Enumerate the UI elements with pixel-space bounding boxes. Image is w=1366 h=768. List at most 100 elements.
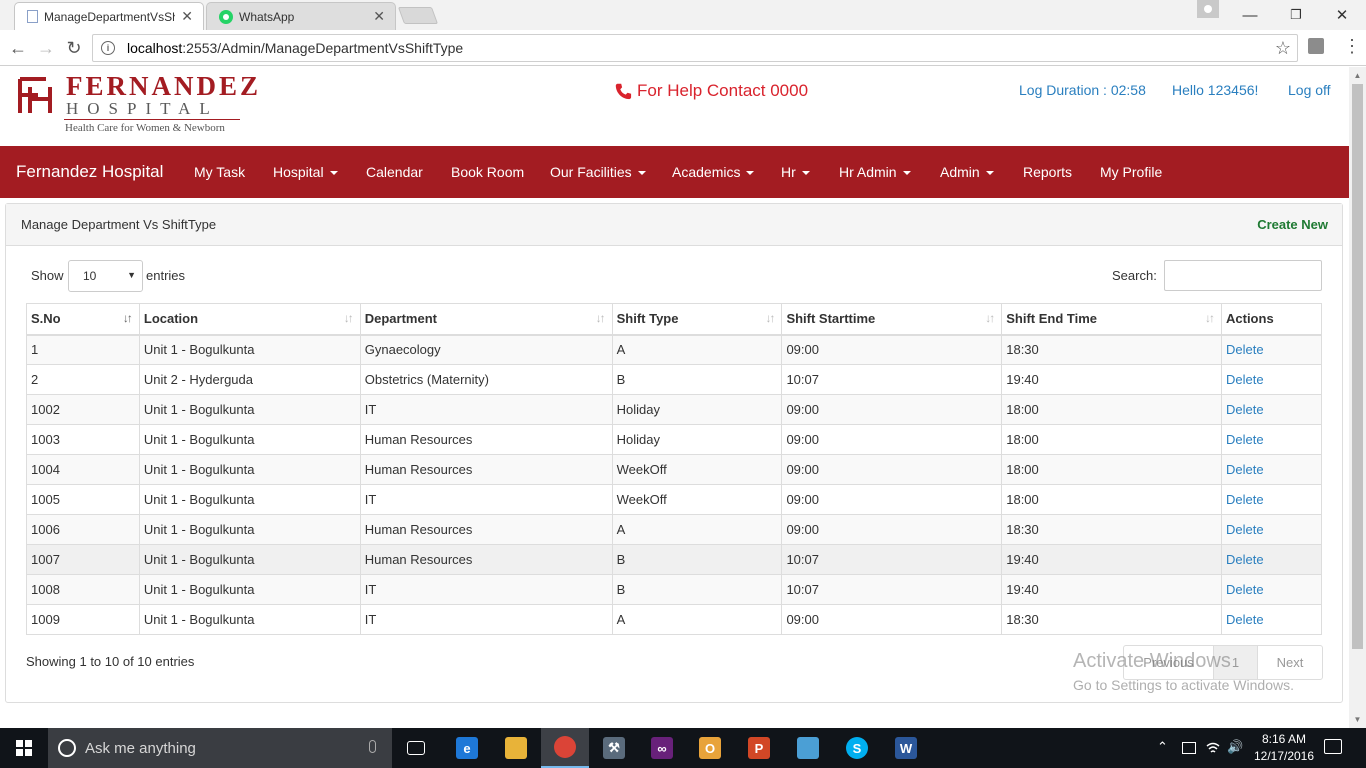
taskbar-app-edge[interactable]: e: [443, 728, 491, 768]
user-greeting-link[interactable]: Hello 123456!: [1172, 82, 1258, 98]
search-input[interactable]: [1164, 260, 1322, 291]
page-length-select[interactable]: 10 ▼: [68, 260, 143, 292]
nav-item-book-room[interactable]: Book Room: [451, 164, 524, 180]
system-clock[interactable]: 8:16 AM 12/17/2016: [1252, 731, 1316, 765]
nav-item-hr-admin[interactable]: Hr Admin: [839, 164, 911, 180]
table-row: 1008 Unit 1 - Bogulkunta IT B 10:07 19:4…: [26, 574, 1322, 605]
column-header-department[interactable]: Department ↓↑: [359, 303, 613, 336]
cell-start-time: 09:00: [781, 604, 1003, 635]
browser-tab-active[interactable]: ManageDepartmentVsSh ✕: [14, 2, 204, 30]
address-bar[interactable]: i localhost:2553/Admin/ManageDepartmentV…: [92, 34, 1298, 62]
show-hidden-icons-button[interactable]: ⌃: [1157, 739, 1168, 755]
microphone-icon[interactable]: [369, 740, 376, 753]
nav-item-hr[interactable]: Hr: [781, 164, 810, 180]
nav-item-our-facilities[interactable]: Our Facilities: [550, 164, 646, 180]
taskbar-app-tools[interactable]: ⚒: [590, 728, 638, 768]
delete-link[interactable]: Delete: [1226, 522, 1264, 537]
create-new-link[interactable]: Create New: [1257, 217, 1328, 232]
delete-link[interactable]: Delete: [1226, 582, 1264, 597]
navbar-brand[interactable]: Fernandez Hospital: [16, 162, 163, 182]
taskbar-app-chrome[interactable]: [541, 728, 589, 768]
scroll-down-arrow-icon[interactable]: ▼: [1349, 711, 1366, 728]
table-body: 1 Unit 1 - Bogulkunta Gynaecology A 09:0…: [26, 334, 1322, 635]
clock-time: 8:16 AM: [1261, 732, 1307, 746]
delete-link[interactable]: Delete: [1226, 462, 1264, 477]
column-header-shift-end-time[interactable]: Shift End Time ↓↑: [1001, 303, 1222, 336]
delete-link[interactable]: Delete: [1226, 402, 1264, 417]
delete-link[interactable]: Delete: [1226, 342, 1264, 357]
hospital-logo[interactable]: FERNANDEZ HOSPITAL Health Care for Women…: [16, 71, 258, 135]
delete-link[interactable]: Delete: [1226, 372, 1264, 387]
nav-item-calendar[interactable]: Calendar: [366, 164, 423, 180]
delete-link[interactable]: Delete: [1226, 432, 1264, 447]
close-tab-icon[interactable]: ✕: [373, 8, 385, 25]
column-header-location[interactable]: Location ↓↑: [138, 303, 361, 336]
extension-icon[interactable]: [1308, 38, 1324, 54]
column-header-actions: Actions: [1221, 303, 1322, 336]
action-center-icon[interactable]: [1324, 739, 1342, 754]
forward-button[interactable]: →: [34, 36, 58, 60]
delete-link[interactable]: Delete: [1226, 552, 1264, 567]
taskbar-app-visual-studio[interactable]: ∞: [638, 728, 686, 768]
activate-windows-watermark: Activate Windows: [1073, 650, 1231, 672]
column-header-shift-type[interactable]: Shift Type ↓↑: [611, 303, 783, 336]
reload-button[interactable]: ↻: [62, 36, 86, 60]
nav-item-admin[interactable]: Admin: [940, 164, 994, 180]
powerpoint-icon: P: [748, 737, 770, 759]
nav-item-hospital[interactable]: Hospital: [273, 164, 338, 180]
cell-shift-type: B: [611, 364, 783, 395]
nav-item-my-task[interactable]: My Task: [194, 164, 245, 180]
profile-icon[interactable]: [1197, 0, 1219, 18]
browser-menu-icon[interactable]: ⋮: [1343, 36, 1361, 57]
table-row: 1009 Unit 1 - Bogulkunta IT A 09:00 18:3…: [26, 604, 1322, 635]
taskbar-app-file-explorer[interactable]: [492, 728, 540, 768]
battery-icon[interactable]: [1182, 742, 1196, 754]
scroll-thumb[interactable]: [1352, 84, 1363, 649]
start-button[interactable]: [0, 728, 48, 768]
nav-item-reports[interactable]: Reports: [1023, 164, 1072, 180]
taskbar-app-powerpoint[interactable]: P: [735, 728, 783, 768]
cell-department: IT: [359, 604, 613, 635]
sort-icon: ↓↑: [985, 311, 995, 325]
skype-icon: S: [846, 737, 868, 759]
cell-location: Unit 2 - Hyderguda: [138, 364, 361, 395]
close-tab-icon[interactable]: ✕: [181, 8, 193, 25]
cortana-search-box[interactable]: Ask me anything: [48, 728, 392, 768]
cell-start-time: 10:07: [781, 544, 1003, 575]
next-page-button[interactable]: Next: [1258, 646, 1322, 679]
delete-link[interactable]: Delete: [1226, 612, 1264, 627]
cell-sno: 1006: [26, 514, 140, 545]
caret-down-icon: [801, 171, 810, 176]
sort-icon: ↓↑: [765, 311, 775, 325]
tab-title: ManageDepartmentVsSh: [44, 9, 176, 24]
table-info: Showing 1 to 10 of 10 entries: [26, 654, 195, 669]
logoff-link[interactable]: Log off: [1288, 82, 1331, 98]
minimize-button[interactable]: —: [1227, 0, 1273, 30]
info-icon[interactable]: i: [101, 41, 115, 55]
sort-icon: ↓↑: [1205, 311, 1215, 325]
url-text[interactable]: localhost:2553/Admin/ManageDepartmentVsS…: [127, 40, 463, 56]
task-view-button[interactable]: [392, 728, 440, 768]
browser-tab-whatsapp[interactable]: WhatsApp ✕: [206, 2, 396, 30]
bookmark-star-icon[interactable]: ☆: [1275, 38, 1291, 59]
scroll-up-arrow-icon[interactable]: ▲: [1349, 67, 1366, 84]
delete-link[interactable]: Delete: [1226, 492, 1264, 507]
taskbar-app-skype[interactable]: S: [833, 728, 881, 768]
taskbar-app-notes[interactable]: [784, 728, 832, 768]
volume-icon[interactable]: 🔊: [1227, 739, 1243, 755]
cell-shift-type: Holiday: [611, 394, 783, 425]
taskbar-app-outlook[interactable]: O: [686, 728, 734, 768]
column-header-sno[interactable]: S.No ↓↑: [26, 303, 140, 336]
restore-button[interactable]: ❐: [1273, 0, 1319, 30]
taskbar-app-word[interactable]: W: [882, 728, 930, 768]
nav-item-my-profile[interactable]: My Profile: [1100, 164, 1162, 180]
column-header-shift-starttime[interactable]: Shift Starttime ↓↑: [781, 303, 1003, 336]
cell-location: Unit 1 - Bogulkunta: [138, 334, 361, 365]
table-row: 2 Unit 2 - Hyderguda Obstetrics (Materni…: [26, 364, 1322, 395]
wifi-icon[interactable]: [1205, 741, 1221, 755]
new-tab-button[interactable]: [397, 7, 439, 24]
page-scrollbar[interactable]: ▲ ▼: [1349, 67, 1366, 728]
back-button[interactable]: ←: [6, 36, 30, 60]
close-window-button[interactable]: ✕: [1319, 0, 1365, 30]
nav-item-academics[interactable]: Academics: [672, 164, 755, 180]
